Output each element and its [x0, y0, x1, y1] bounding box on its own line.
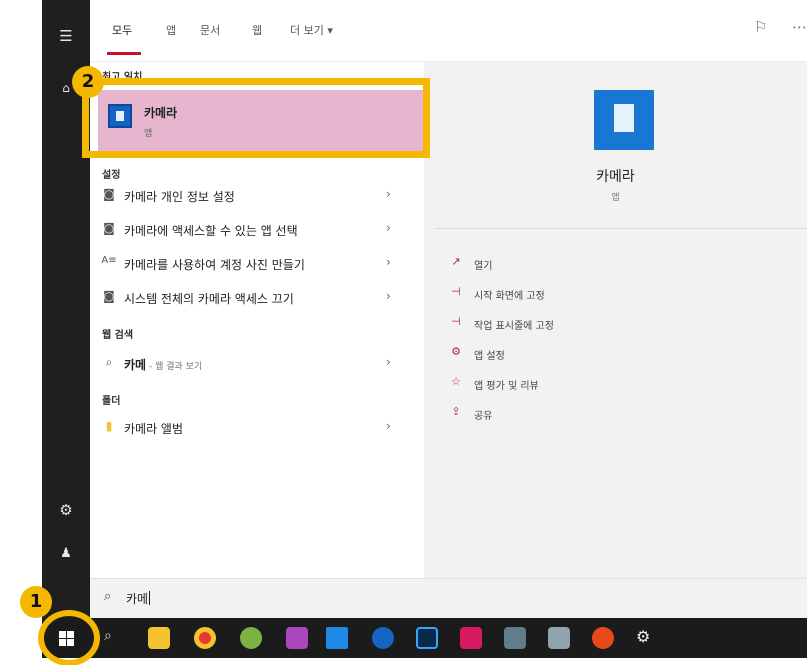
chevron-right-icon: › [386, 355, 391, 369]
web-search-query: 카메 [124, 358, 147, 372]
action-pin-taskbar[interactable]: ⊣ 작업 표시줄에 고정 [448, 314, 748, 334]
action-label: 시작 화면에 고정 [474, 291, 545, 302]
settings-item[interactable]: ◙ 카메라에 액세스할 수 있는 앱 선택 › [90, 214, 424, 244]
settings-item-label: 카메라에 액세스할 수 있는 앱 선택 [124, 224, 298, 238]
search-input[interactable]: 카메 [126, 590, 151, 607]
section-settings: 설정 [102, 170, 121, 181]
search-value: 카메 [126, 592, 149, 606]
account-picture-icon: A≡ [101, 255, 117, 266]
hamburger-menu-icon[interactable]: ☰ [42, 26, 90, 46]
tab-more[interactable]: 더 보기 ▾ [290, 22, 333, 38]
action-label: 앱 설정 [474, 351, 505, 362]
folder-item[interactable]: ▮ 카메라 앨범 › [90, 412, 424, 442]
open-icon: ↗ [451, 255, 461, 268]
star-icon: ☆ [451, 375, 461, 388]
camera-settings-icon: ◙ [103, 221, 115, 235]
chevron-right-icon: › [386, 289, 391, 303]
action-pin-start[interactable]: ⊣ 시작 화면에 고정 [448, 284, 748, 304]
app-icon[interactable] [240, 627, 262, 649]
pin-icon: ⊣ [451, 315, 461, 328]
settings-icon[interactable]: ⚙ [42, 500, 90, 520]
step-badge-1: 1 [20, 586, 52, 618]
app-icon[interactable] [286, 627, 308, 649]
settings-item-label: 카메라를 사용하여 계정 사진 만들기 [124, 258, 305, 272]
app-icon[interactable] [460, 627, 482, 649]
chevron-right-icon: › [386, 221, 391, 235]
search-icon: ⌕ [104, 589, 112, 604]
settings-item[interactable]: A≡ 카메라를 사용하여 계정 사진 만들기 › [90, 248, 424, 278]
folder-icon: ▮ [105, 419, 113, 433]
tab-web[interactable]: 웹 [252, 22, 262, 38]
chevron-right-icon: › [386, 255, 391, 269]
chevron-right-icon: › [386, 419, 391, 433]
chevron-right-icon: › [386, 187, 391, 201]
camera-app-large-icon [594, 90, 654, 150]
action-label: 열기 [474, 261, 493, 272]
app-icon[interactable] [372, 627, 394, 649]
settings-item[interactable]: ◙ 카메라 개인 정보 설정 › [90, 180, 424, 210]
gear-icon: ⚙ [451, 345, 461, 358]
settings-item-label: 시스템 전체의 카메라 액세스 끄기 [124, 292, 294, 306]
action-label: 작업 표시줄에 고정 [474, 321, 554, 332]
camera-settings-icon: ◙ [103, 289, 115, 303]
callout-highlight-box [82, 78, 430, 158]
step-badge-2: 2 [72, 66, 104, 98]
web-search-suffix: - 웹 결과 보기 [146, 362, 203, 372]
powerpoint-icon[interactable] [592, 627, 614, 649]
chrome-icon[interactable] [194, 627, 216, 649]
camera-settings-icon: ◙ [103, 187, 115, 201]
more-options-icon[interactable]: ⋯ [792, 18, 807, 36]
tab-all[interactable]: 모두 [112, 22, 132, 38]
active-tab-underline [107, 52, 141, 55]
web-search-label: 카메 - 웹 결과 보기 [124, 356, 202, 373]
detail-title: 카메라 [596, 169, 635, 185]
app-icon[interactable] [548, 627, 570, 649]
app-detail-pane: 카메라 앱 ↗ 열기 ⊣ 시작 화면에 고정 ⊣ 작업 표시줄에 고정 ⚙ 앱 … [424, 62, 807, 578]
detail-subtitle: 앱 [611, 193, 620, 203]
detail-divider [434, 228, 807, 229]
tab-apps[interactable]: 앱 [166, 22, 176, 38]
feedback-icon[interactable]: ⚐ [754, 18, 767, 36]
app-icon[interactable] [504, 627, 526, 649]
search-icon: ⌕ [105, 355, 113, 369]
vscode-icon[interactable] [326, 627, 348, 649]
settings-item[interactable]: ◙ 시스템 전체의 카메라 액세스 끄기 › [90, 282, 424, 312]
action-share[interactable]: ⇪ 공유 [448, 404, 748, 424]
text-caret [149, 591, 151, 605]
action-label: 앱 평가 및 리뷰 [474, 381, 539, 392]
section-web-search: 웹 검색 [102, 330, 134, 341]
file-explorer-icon[interactable] [148, 627, 170, 649]
settings-item-label: 카메라 개인 정보 설정 [124, 190, 235, 204]
action-open[interactable]: ↗ 열기 [448, 254, 748, 274]
action-label: 공유 [474, 411, 493, 422]
share-icon: ⇪ [451, 405, 461, 418]
settings-gear-icon[interactable]: ⚙ [636, 627, 650, 646]
action-rate-review[interactable]: ☆ 앱 평가 및 리뷰 [448, 374, 748, 394]
taskbar: ⌕ ⚙ [42, 618, 807, 658]
photoshop-icon[interactable] [416, 627, 438, 649]
user-icon[interactable]: ♟ [42, 544, 90, 564]
folder-item-label: 카메라 앨범 [124, 422, 184, 436]
taskbar-search-icon[interactable]: ⌕ [104, 628, 112, 644]
pin-icon: ⊣ [451, 285, 461, 298]
action-app-settings[interactable]: ⚙ 앱 설정 [448, 344, 748, 364]
section-folders: 폴더 [102, 396, 121, 407]
search-filter-tabs: 모두 앱 문서 웹 더 보기 ▾ ⚐ ⋯ [90, 0, 807, 62]
taskbar-search-box[interactable]: ⌕ 카메 [90, 578, 807, 618]
callout-highlight-circle [38, 610, 100, 665]
tab-documents[interactable]: 문서 [200, 22, 220, 38]
web-search-item[interactable]: ⌕ 카메 - 웹 결과 보기 › [90, 348, 424, 378]
